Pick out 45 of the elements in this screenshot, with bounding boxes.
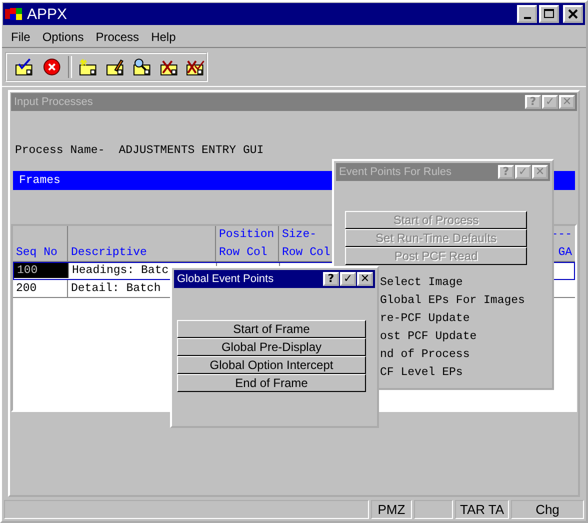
menu-item[interactable]: Help xyxy=(145,30,182,44)
table-cell: 200 xyxy=(13,280,68,297)
status-panel xyxy=(414,500,453,519)
maximize-button[interactable] xyxy=(539,5,559,23)
menu-item[interactable]: File xyxy=(5,30,36,44)
action-button[interactable]: Start of Frame xyxy=(177,320,366,338)
folder-check-icon[interactable] xyxy=(15,58,35,76)
status-panel: PMZ xyxy=(371,500,412,519)
minimize-icon xyxy=(524,16,530,18)
column-header: Descriptive xyxy=(71,245,148,259)
window-title: APPX xyxy=(27,6,68,22)
close-button[interactable] xyxy=(563,5,583,23)
event-point-item[interactable]: nd of Process xyxy=(380,346,550,364)
close-button[interactable]: ✕ xyxy=(357,272,373,286)
column-header: Size- Row Col xyxy=(282,228,332,259)
event-point-item[interactable]: re-PCF Update xyxy=(380,310,550,328)
status-panel: Chg xyxy=(511,500,584,519)
folder-magnifier-icon[interactable] xyxy=(132,58,153,76)
window-title: Input Processes xyxy=(14,96,93,108)
menu-item[interactable]: Process xyxy=(90,30,146,44)
event-point-item[interactable]: Select Image xyxy=(380,274,550,292)
logo-icon xyxy=(5,6,23,22)
event-point-item[interactable]: ost PCF Update xyxy=(380,328,550,346)
menu-item[interactable]: Options xyxy=(36,30,90,44)
ok-button[interactable]: ✓ xyxy=(340,272,356,286)
column-header: Position Row Col xyxy=(219,228,275,259)
action-button[interactable]: End of Frame xyxy=(177,374,366,392)
help-button[interactable]: ? xyxy=(323,272,339,286)
event-point-item[interactable]: Global EPs For Images xyxy=(380,292,550,310)
table-cell: 100 xyxy=(14,263,69,278)
process-name: ADJUSTMENTS ENTRY GUI xyxy=(118,144,264,157)
cancel-icon[interactable] xyxy=(42,58,62,76)
folder-pencil-icon[interactable] xyxy=(106,58,126,76)
action-button[interactable]: Global Pre-Display xyxy=(177,338,366,356)
folder-cross-check-icon[interactable] xyxy=(186,58,206,76)
folder-cross-icon[interactable] xyxy=(160,58,180,76)
action-button[interactable]: Global Option Intercept xyxy=(177,356,366,374)
event-point-item[interactable]: CF Level EPs xyxy=(380,364,550,382)
column-header: Seq No xyxy=(16,245,58,259)
folder-sparkle-icon[interactable] xyxy=(79,58,100,76)
status-panel: TAR TA xyxy=(455,500,509,519)
process-label: Process Name- xyxy=(15,144,105,157)
minimize-button[interactable] xyxy=(517,5,537,23)
maximize-icon xyxy=(544,9,554,19)
close-icon xyxy=(568,9,578,19)
